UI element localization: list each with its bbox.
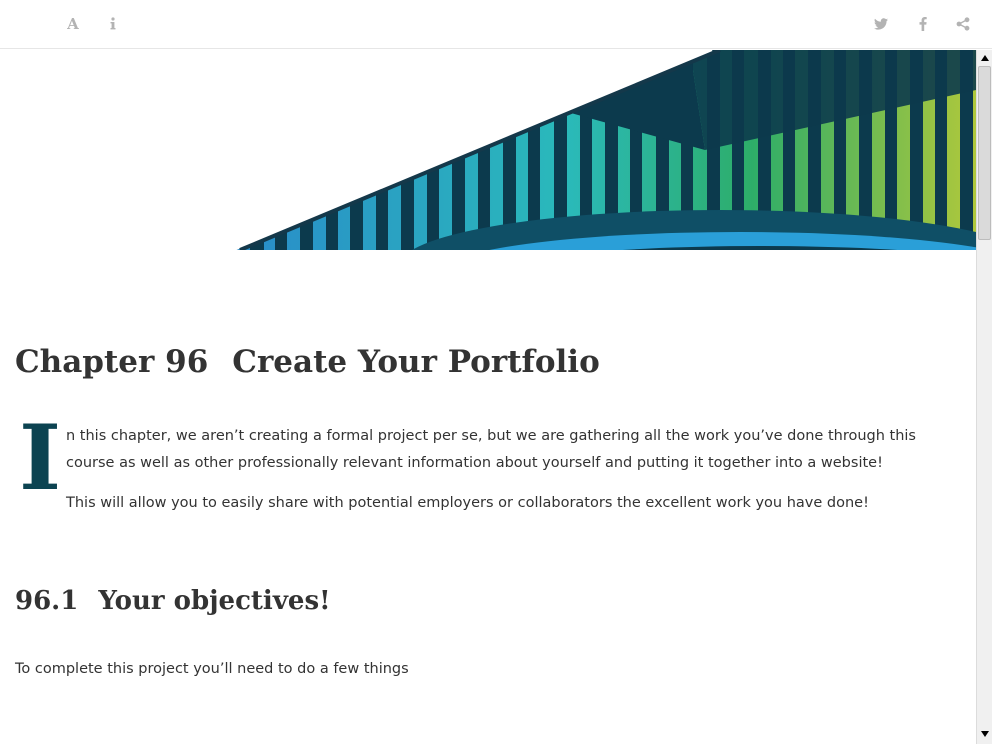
chapter-number: Chapter 96 bbox=[15, 344, 209, 380]
chapter-title: Chapter 96 Create Your Portfolio bbox=[15, 344, 600, 380]
section-title: 96.1 Your objectives! bbox=[15, 586, 331, 616]
drop-cap-letter: I bbox=[19, 405, 62, 511]
chapter-name: Create Your Portfolio bbox=[232, 344, 600, 380]
section-number: 96.1 bbox=[15, 586, 79, 616]
facebook-icon[interactable] bbox=[911, 12, 935, 36]
share-icon[interactable] bbox=[951, 12, 975, 36]
twitter-icon[interactable] bbox=[869, 12, 893, 36]
section-intro-paragraph: To complete this project you’ll need to … bbox=[15, 661, 409, 677]
font-settings-glyph: A bbox=[67, 15, 79, 33]
vertical-scrollbar[interactable] bbox=[976, 50, 992, 744]
scroll-down-arrow-icon[interactable] bbox=[979, 728, 991, 740]
book-content: Chapter 96 Create Your Portfolio I n this… bbox=[0, 50, 976, 744]
info-icon[interactable] bbox=[101, 12, 125, 36]
top-toolbar: A bbox=[0, 0, 992, 49]
scroll-up-arrow-icon[interactable] bbox=[979, 52, 991, 64]
section-name: Your objectives! bbox=[98, 586, 331, 616]
chapter-intro-paragraph: n this chapter, we aren’t creating a for… bbox=[66, 428, 916, 471]
font-settings-icon[interactable]: A bbox=[61, 12, 85, 36]
scrollbar-thumb[interactable] bbox=[978, 66, 991, 240]
banner-image bbox=[229, 50, 976, 250]
chapter-second-paragraph: This will allow you to easily share with… bbox=[66, 495, 869, 511]
